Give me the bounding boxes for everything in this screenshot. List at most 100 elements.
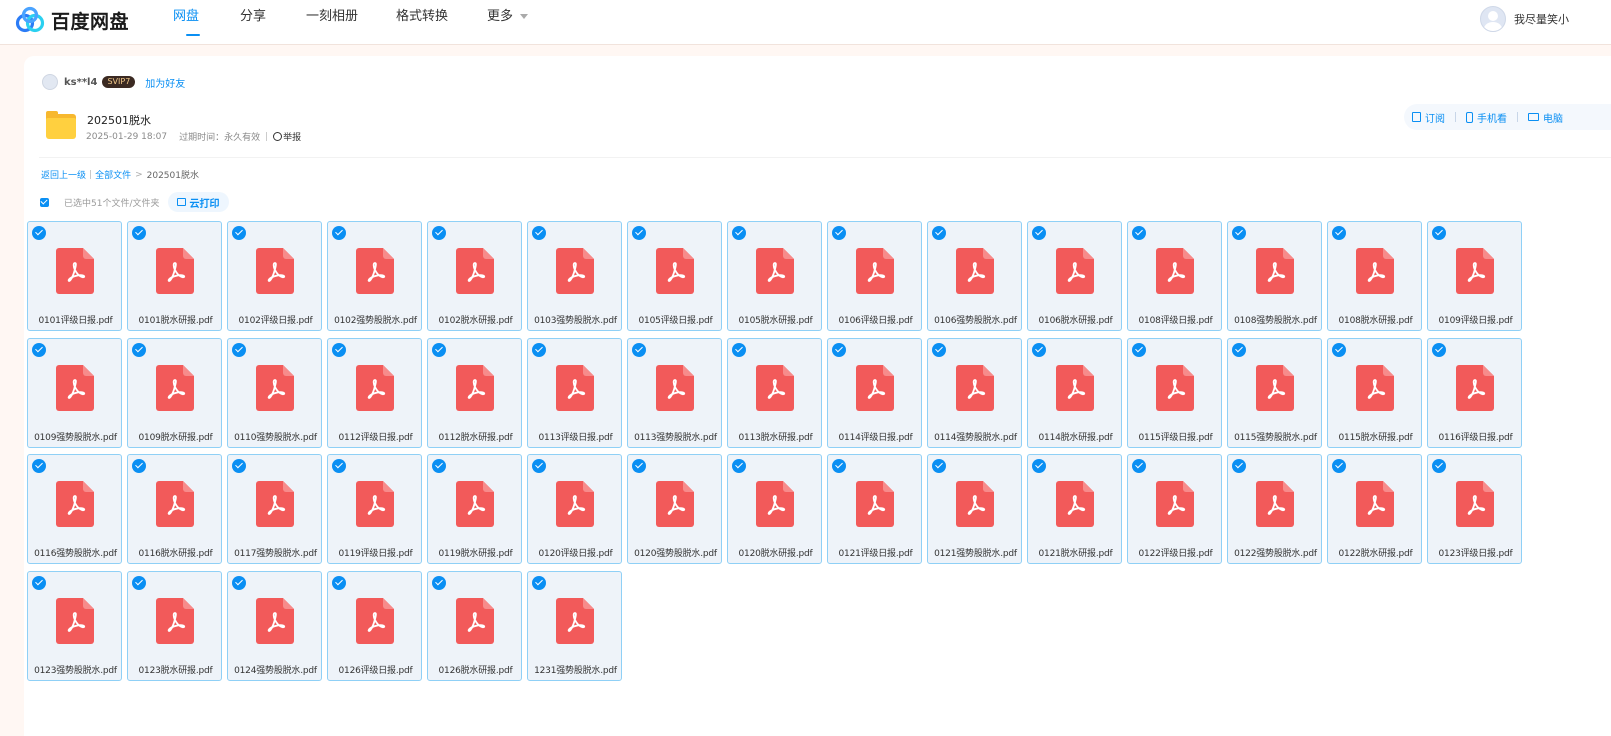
checkbox-checked-icon[interactable] [1032,226,1046,240]
file-tile[interactable]: 0121强势股脱水.pdf [927,454,1022,564]
all-files-link[interactable]: 全部文件 [95,168,131,181]
file-tile[interactable]: 0123评级日报.pdf [1427,454,1522,564]
file-tile[interactable]: 0113评级日报.pdf [527,337,622,448]
checkbox-checked-icon[interactable] [1332,226,1346,240]
user-menu[interactable]: 我尽量笑小 [1480,6,1569,32]
checkbox-checked-icon[interactable] [1332,459,1346,473]
checkbox-checked-icon[interactable] [32,459,46,473]
file-tile[interactable]: 0106脱水研报.pdf [1027,221,1122,331]
report-button[interactable]: 举报 [273,130,301,143]
subscribe-button[interactable]: 订阅 [1412,110,1445,125]
file-tile[interactable]: 0114强势股脱水.pdf [927,337,1022,448]
checkbox-checked-icon[interactable] [532,459,546,473]
checkbox-checked-icon[interactable] [1332,342,1346,357]
checkbox-checked-icon[interactable] [1032,342,1046,357]
file-tile[interactable]: 0101脱水研报.pdf [127,221,222,331]
checkbox-checked-icon[interactable] [732,226,746,240]
checkbox-checked-icon[interactable] [632,459,646,473]
file-tile[interactable]: 0105脱水研报.pdf [727,221,822,331]
checkbox-checked-icon[interactable] [932,226,946,240]
file-tile[interactable]: 0119脱水研报.pdf [427,454,522,564]
checkbox-checked-icon[interactable] [232,459,246,473]
sharer-avatar[interactable] [42,74,58,90]
file-tile[interactable]: 0112评级日报.pdf [327,337,422,448]
file-tile[interactable]: 0116评级日报.pdf [1427,337,1522,448]
checkbox-checked-icon[interactable] [832,342,846,357]
file-tile[interactable]: 0122脱水研报.pdf [1327,454,1422,564]
file-tile[interactable]: 0109评级日报.pdf [1427,221,1522,331]
checkbox-checked-icon[interactable] [332,342,346,357]
checkbox-checked-icon[interactable] [232,342,246,357]
checkbox-checked-icon[interactable] [32,226,46,240]
file-tile[interactable]: 0120评级日报.pdf [527,454,622,564]
file-tile[interactable]: 0105评级日报.pdf [627,221,722,331]
checkbox-checked-icon[interactable] [232,575,246,590]
username[interactable]: 我尽量笑小 [1514,11,1569,27]
checkbox-checked-icon[interactable] [1132,459,1146,473]
avatar[interactable] [1480,6,1506,32]
nav-item-format-convert[interactable]: 格式转换 [383,0,475,44]
file-tile[interactable]: 0126脱水研报.pdf [427,570,522,681]
nav-item-share[interactable]: 分享 [226,0,293,44]
file-tile[interactable]: 0115脱水研报.pdf [1327,337,1422,448]
back-up-link[interactable]: 返回上一级 [41,168,86,181]
file-tile[interactable]: 0102评级日报.pdf [227,221,322,331]
file-tile[interactable]: 0120强势股脱水.pdf [627,454,722,564]
file-tile[interactable]: 0102脱水研报.pdf [427,221,522,331]
checkbox-checked-icon[interactable] [632,226,646,240]
checkbox-checked-icon[interactable] [432,575,446,590]
checkbox-checked-icon[interactable] [32,575,46,590]
checkbox-checked-icon[interactable] [232,226,246,240]
checkbox-checked-icon[interactable] [432,226,446,240]
file-tile[interactable]: 0109强势股脱水.pdf [27,337,122,448]
file-tile[interactable]: 0112脱水研报.pdf [427,337,522,448]
file-tile[interactable]: 0117强势股脱水.pdf [227,454,322,564]
file-tile[interactable]: 0106评级日报.pdf [827,221,922,331]
checkbox-checked-icon[interactable] [1432,459,1446,473]
file-tile[interactable]: 0103强势股脱水.pdf [527,221,622,331]
checkbox-checked-icon[interactable] [932,342,946,357]
add-friend-link[interactable]: 加为好友 [145,75,185,90]
checkbox-checked-icon[interactable] [1232,342,1246,357]
file-tile[interactable]: 0122评级日报.pdf [1127,454,1222,564]
nav-item-netdisk[interactable]: 网盘 [160,0,226,44]
checkbox-checked-icon[interactable] [932,459,946,473]
checkbox-checked-icon[interactable] [32,342,46,357]
baidu-netdisk-logo[interactable]: 百度网盘 [14,5,129,35]
checkbox-checked-icon[interactable] [332,459,346,473]
file-tile[interactable]: 0120脱水研报.pdf [727,454,822,564]
file-tile[interactable]: 1231强势股脱水.pdf [527,570,622,681]
file-tile[interactable]: 0119评级日报.pdf [327,454,422,564]
checkbox-checked-icon[interactable] [532,342,546,357]
file-tile[interactable]: 0121评级日报.pdf [827,454,922,564]
checkbox-checked-icon[interactable] [1132,226,1146,240]
nav-item-moment-album[interactable]: 一刻相册 [293,0,383,44]
checkbox-checked-icon[interactable] [532,575,546,590]
cloud-print-button[interactable]: 云打印 [167,192,229,212]
file-tile[interactable]: 0101评级日报.pdf [27,221,122,331]
file-tile[interactable]: 0114评级日报.pdf [827,337,922,448]
file-tile[interactable]: 0109脱水研报.pdf [127,337,222,448]
file-tile[interactable]: 0114脱水研报.pdf [1027,337,1122,448]
file-tile[interactable]: 0121脱水研报.pdf [1027,454,1122,564]
checkbox-checked-icon[interactable] [1432,226,1446,240]
file-tile[interactable]: 0113脱水研报.pdf [727,337,822,448]
checkbox-checked-icon[interactable] [1232,459,1246,473]
checkbox-checked-icon[interactable] [332,575,346,590]
nav-item-more[interactable]: 更多 [475,0,555,44]
file-tile[interactable]: 0108脱水研报.pdf [1327,221,1422,331]
checkbox-checked-icon[interactable] [1232,226,1246,240]
checkbox-checked-icon[interactable] [1132,342,1146,357]
file-tile[interactable]: 0116强势股脱水.pdf [27,454,122,564]
checkbox-checked-icon[interactable] [1032,459,1046,473]
file-tile[interactable]: 0123脱水研报.pdf [127,570,222,681]
checkbox-checked-icon[interactable] [332,226,346,240]
checkbox-checked-icon[interactable] [732,459,746,473]
file-tile[interactable]: 0113强势股脱水.pdf [627,337,722,448]
file-tile[interactable]: 0108评级日报.pdf [1127,221,1222,331]
mobile-view-button[interactable]: 手机看 [1466,110,1507,125]
checkbox-checked-icon[interactable] [532,226,546,240]
checkbox-checked-icon[interactable] [632,342,646,357]
checkbox-checked-icon[interactable] [832,226,846,240]
checkbox-checked-icon[interactable] [132,342,146,357]
